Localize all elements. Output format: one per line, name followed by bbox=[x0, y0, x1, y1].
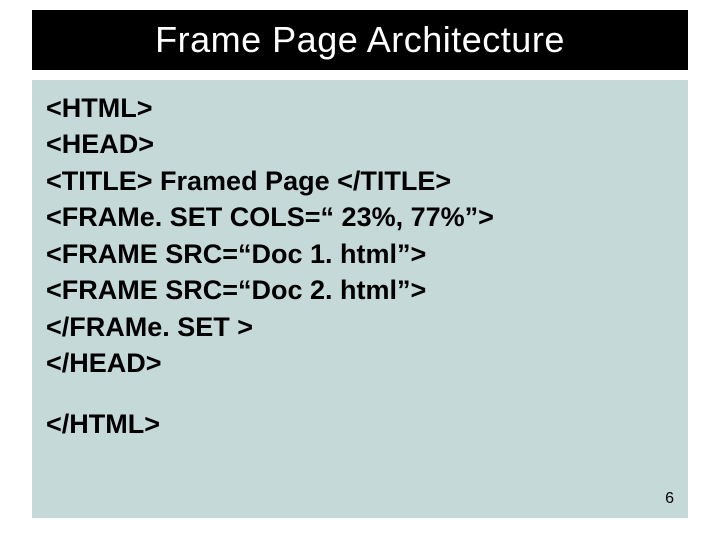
code-line: <FRAME SRC=“Doc 1. html”> bbox=[46, 236, 674, 272]
code-line: <HTML> bbox=[46, 90, 674, 126]
page-number: 6 bbox=[665, 490, 674, 508]
title-bar: Frame Page Architecture bbox=[32, 10, 688, 70]
page-title: Frame Page Architecture bbox=[155, 19, 565, 61]
code-line: <FRAMe. SET COLS=“ 23%, 77%”> bbox=[46, 199, 674, 235]
code-line: </HTML> bbox=[46, 406, 674, 442]
code-line: <FRAME SRC=“Doc 2. html”> bbox=[46, 272, 674, 308]
code-line: </FRAMe. SET > bbox=[46, 309, 674, 345]
code-block: <HTML> <HEAD> <TITLE> Framed Page </TITL… bbox=[32, 80, 688, 518]
code-line: </HEAD> bbox=[46, 345, 674, 381]
code-line: <HEAD> bbox=[46, 126, 674, 162]
blank-gap bbox=[46, 382, 674, 406]
code-line: <TITLE> Framed Page </TITLE> bbox=[46, 163, 674, 199]
